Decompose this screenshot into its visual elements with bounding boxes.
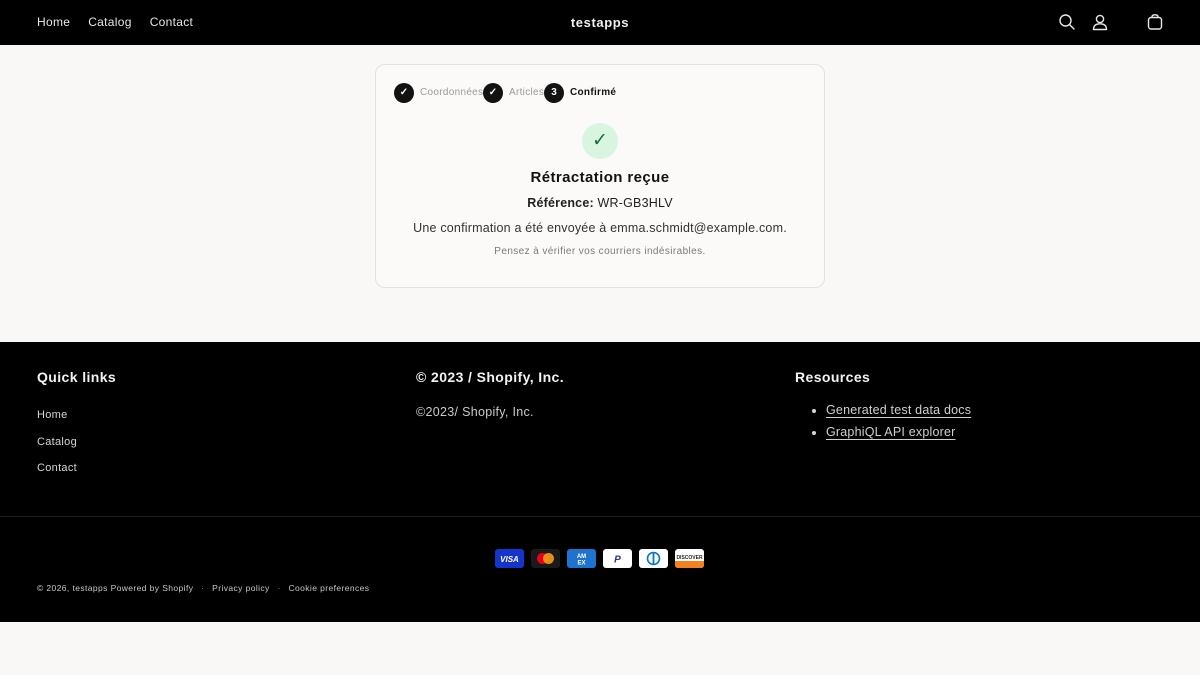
- privacy-policy-link[interactable]: Privacy policy: [212, 583, 270, 593]
- company-text: ©2023/ Shopify, Inc.: [416, 405, 534, 419]
- payment-icons: VISA AM EX P DISCOVER: [495, 549, 704, 568]
- main-nav: Home Catalog Contact: [37, 15, 193, 29]
- step-2-check-badge: ✓: [483, 83, 503, 103]
- copyright-text: © 2026, testapps: [37, 583, 108, 593]
- svg-text:AM: AM: [577, 554, 586, 560]
- svg-text:P: P: [614, 555, 621, 566]
- success-check-icon: ✓: [582, 123, 618, 159]
- company-heading: © 2023 / Shopify, Inc.: [416, 369, 565, 385]
- step-3-number-badge: 3: [544, 83, 564, 103]
- footer-quick-links: Quick links Home Catalog Contact: [37, 369, 116, 485]
- resources-heading: Resources: [795, 369, 871, 385]
- footer-resources: Resources Generated test data docs Graph…: [795, 369, 971, 447]
- reference-label: Référence:: [527, 196, 594, 210]
- reference-line: Référence: WR-GB3HLV: [376, 196, 824, 210]
- separator-dot: ·: [277, 583, 281, 593]
- graphiql-explorer-link[interactable]: GraphiQL API explorer: [826, 425, 956, 439]
- svg-text:DISCOVER: DISCOVER: [676, 555, 703, 561]
- nav-home-link[interactable]: Home: [37, 15, 70, 29]
- store-brand-link[interactable]: testapps: [571, 15, 629, 30]
- search-icon[interactable]: [1057, 12, 1077, 32]
- spam-folder-note: Pensez à vérifier vos courriers indésira…: [494, 246, 706, 257]
- footer-catalog-link[interactable]: Catalog: [37, 436, 77, 448]
- footer-contact-link[interactable]: Contact: [37, 462, 77, 474]
- withdrawal-confirmation-card: ✓ Coordonnées ✓ Articles 3 Confirmé ✓ Ré…: [375, 64, 825, 288]
- footer-bottom-line: © 2026, testapps Powered by Shopify · Pr…: [37, 583, 369, 593]
- step-1-label: Coordonnées: [420, 87, 484, 98]
- svg-text:VISA: VISA: [500, 555, 519, 564]
- cookie-preferences-link[interactable]: Cookie preferences: [288, 583, 369, 593]
- nav-catalog-link[interactable]: Catalog: [88, 15, 131, 29]
- step-1-check-badge: ✓: [394, 83, 414, 103]
- paypal-icon: P: [603, 549, 632, 568]
- test-data-docs-link[interactable]: Generated test data docs: [826, 403, 971, 417]
- reference-value: WR-GB3HLV: [597, 196, 673, 210]
- site-header: Home Catalog Contact testapps: [0, 0, 1200, 45]
- footer-divider: [0, 516, 1200, 517]
- mastercard-icon: [531, 549, 560, 568]
- discover-icon: DISCOVER: [675, 549, 704, 568]
- confirmation-message: Une confirmation a été envoyée à emma.sc…: [413, 221, 787, 235]
- nav-contact-link[interactable]: Contact: [150, 15, 193, 29]
- step-3-label: Confirmé: [570, 87, 617, 98]
- diners-club-icon: [639, 549, 668, 568]
- quick-links-heading: Quick links: [37, 369, 117, 385]
- footer-company: © 2023 / Shopify, Inc. ©2023/ Shopify, I…: [416, 369, 564, 419]
- separator-dot: ·: [201, 583, 205, 593]
- visa-icon: VISA: [495, 549, 524, 568]
- footer-home-link[interactable]: Home: [37, 409, 68, 421]
- account-icon[interactable]: [1090, 12, 1110, 32]
- confirmation-title: Rétractation reçue: [530, 169, 670, 186]
- cart-icon[interactable]: [1145, 12, 1165, 32]
- svg-text:EX: EX: [577, 561, 585, 567]
- amex-icon: AM EX: [567, 549, 596, 568]
- site-footer: Quick links Home Catalog Contact © 2023 …: [0, 342, 1200, 622]
- step-2-label: Articles: [509, 87, 545, 98]
- powered-by-shopify-link[interactable]: Powered by Shopify: [111, 583, 194, 593]
